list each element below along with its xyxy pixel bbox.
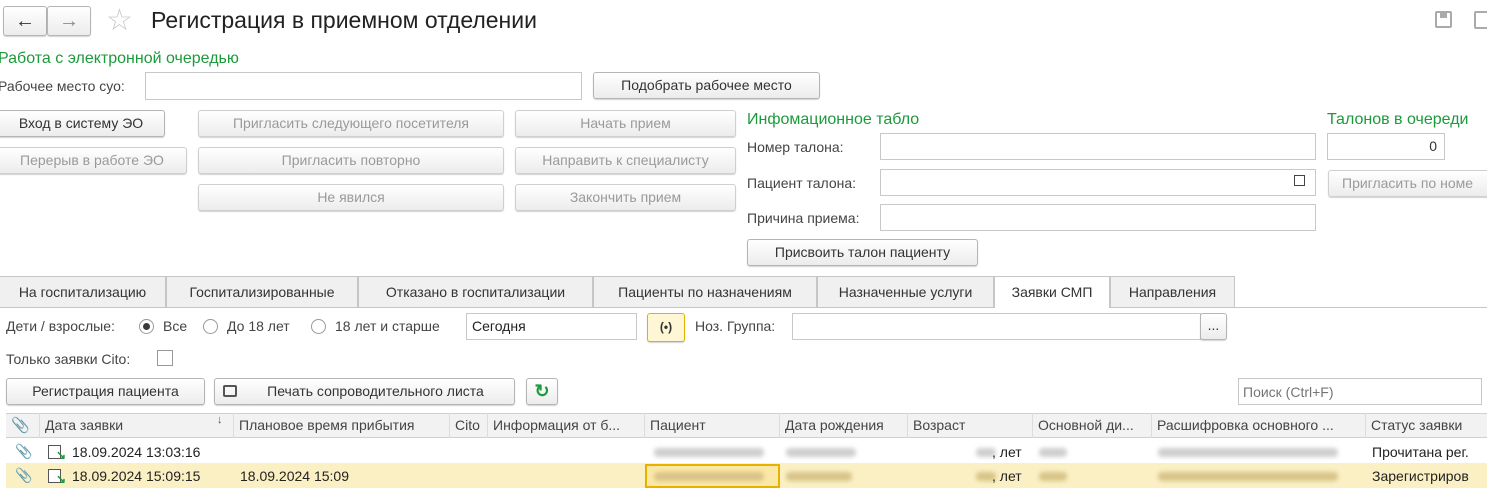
paperclip-icon: 📎 [15,443,33,459]
invite-next-button[interactable]: Пригласить следующего посетителя [198,110,504,137]
document-arrow-icon: ↘ [48,445,66,462]
column-cito[interactable]: Cito [450,413,488,438]
period-icon: (•) [659,320,673,334]
open-icon[interactable] [1294,175,1305,186]
pick-workplace-button[interactable]: Подобрать рабочее место [593,72,820,99]
tab-referrals[interactable]: Направления [1110,276,1235,307]
noz-group-field[interactable] [792,313,1201,340]
ticket-patient-label: Пациент талона: [747,175,857,191]
column-status[interactable]: Статус заявки [1366,413,1487,438]
column-main-diagnosis[interactable]: Основной ди... [1033,413,1152,438]
column-birth-date[interactable]: Дата рождения [780,413,908,438]
paperclip-icon: 📎 [11,417,30,434]
redacted-diagnosis-description [1158,448,1338,457]
tab-refused[interactable]: Отказано в госпитализации [358,276,593,307]
ticket-number-label: Номер талона: [747,139,844,155]
tickets-count: 0 [1429,138,1437,154]
cito-only-checkbox[interactable] [157,350,173,366]
redacted-birth-date [786,448,856,457]
arrow-right-icon: → [59,10,79,32]
sort-down-icon: ↓ [217,414,223,426]
period-select-button[interactable]: (•) [647,313,685,342]
no-show-button[interactable]: Не явился [198,184,504,211]
info-board-title: Инфомационное табло [747,111,920,128]
column-info[interactable]: Информация от б... [488,413,645,438]
table-row-selected[interactable]: 📎 ↘ 18.09.2024 15:09:15 18.09.2024 15:09… [6,464,1487,488]
ticket-patient-field[interactable] [880,169,1316,196]
save-icon[interactable] [1435,11,1452,28]
document-arrow-icon: ↘ [48,469,66,486]
column-request-date[interactable]: Дата заявки [40,413,234,438]
cell-request-date: 18.09.2024 15:09:15 [72,468,201,484]
print-cover-sheet-label: Печать сопроводительного листа [267,383,484,399]
cell-age: , лет [992,444,1022,460]
search-input[interactable] [1238,378,1482,405]
login-queue-button[interactable]: Вход в систему ЭО [0,110,165,137]
cell-request-date: 18.09.2024 13:03:16 [72,444,201,460]
period-value: Сегодня [472,318,526,334]
print-cover-sheet-button[interactable]: Печать сопроводительного листа [214,378,515,405]
period-field[interactable]: Сегодня [466,313,637,340]
attachment-column-header[interactable]: 📎 [6,413,40,438]
finish-appointment-button[interactable]: Закончить прием [515,184,736,211]
cell-status: Прочитана рег. [1372,444,1469,460]
start-appointment-button[interactable]: Начать прием [515,110,736,137]
ticket-number-field[interactable] [880,133,1316,160]
favorite-star-icon[interactable]: ☆ [106,3,133,38]
cito-only-label: Только заявки Cito: [6,351,131,367]
tickets-count-field: 0 [1327,133,1445,160]
table-row[interactable]: 📎 ↘ 18.09.2024 13:03:16 , лет Прочитана … [6,440,1487,464]
redacted-diagnosis-description [1158,472,1338,481]
arrow-left-icon: ← [15,10,35,32]
refresh-icon: ↻ [534,381,550,401]
forward-button[interactable]: → [47,6,91,36]
reason-field[interactable] [880,204,1316,231]
redacted-diagnosis [1039,448,1067,457]
tabs-baseline [0,307,1487,308]
cell-status: Зарегистриров [1372,468,1469,484]
redacted-patient [654,448,764,457]
refer-specialist-button[interactable]: Направить к специалисту [515,147,736,174]
assign-ticket-button[interactable]: Присвоить талон пациенту [747,239,978,266]
noz-group-select-button[interactable]: ... [1200,313,1227,340]
printer-icon [223,385,237,397]
age-option-under18-label: До 18 лет [227,318,290,334]
tab-hospitalization[interactable]: На госпитализацию [0,276,166,307]
redacted-patient [654,472,764,481]
print-icon[interactable] [1474,11,1487,29]
refresh-button[interactable]: ↻ [526,378,558,405]
age-filter-label: Дети / взрослые: [6,318,115,334]
tab-hospitalized[interactable]: Госпитализированные [166,276,358,307]
page-title: Регистрация в приемном отделении [151,7,537,33]
tab-assigned-services[interactable]: Назначенные услуги [817,276,994,307]
paperclip-icon: 📎 [15,467,33,483]
workplace-label: Рабочее место суо: [0,78,125,94]
cell-age: , лет [992,468,1022,484]
age-radio-all[interactable] [139,319,154,334]
queue-section-title: Работа с электронной очередью [0,50,239,67]
noz-group-label: Ноз. Группа: [695,318,776,334]
invite-again-button[interactable]: Пригласить повторно [198,147,504,174]
age-option-all-label: Все [163,318,188,334]
break-button[interactable]: Перерыв в работе ЭО [0,147,187,174]
age-option-18plus-label: 18 лет и старше [335,318,440,334]
register-patient-button[interactable]: Регистрация пациента [6,378,205,405]
column-planned-arrival[interactable]: Плановое время прибытия [234,413,450,438]
tickets-in-queue-title: Талонов в очереди [1327,111,1469,128]
age-radio-18plus[interactable] [311,319,326,334]
redacted-diagnosis [1039,472,1067,481]
age-radio-under18[interactable] [203,319,218,334]
cell-planned-arrival: 18.09.2024 15:09 [240,468,349,484]
workplace-input[interactable] [145,72,582,100]
tab-patients-by-appointments[interactable]: Пациенты по назначениям [593,276,817,307]
redacted-birth-date [786,472,852,481]
back-button[interactable]: ← [3,6,47,36]
column-diagnosis-description[interactable]: Расшифровка основного ... [1152,413,1366,438]
reason-label: Причина приема: [747,210,860,226]
tab-smp-requests[interactable]: Заявки СМП [994,276,1110,308]
ellipsis-icon: ... [1207,317,1220,333]
column-patient[interactable]: Пациент [645,413,780,438]
column-age[interactable]: Возраст [908,413,1033,438]
invite-by-number-button[interactable]: Пригласить по номе [1328,170,1487,197]
